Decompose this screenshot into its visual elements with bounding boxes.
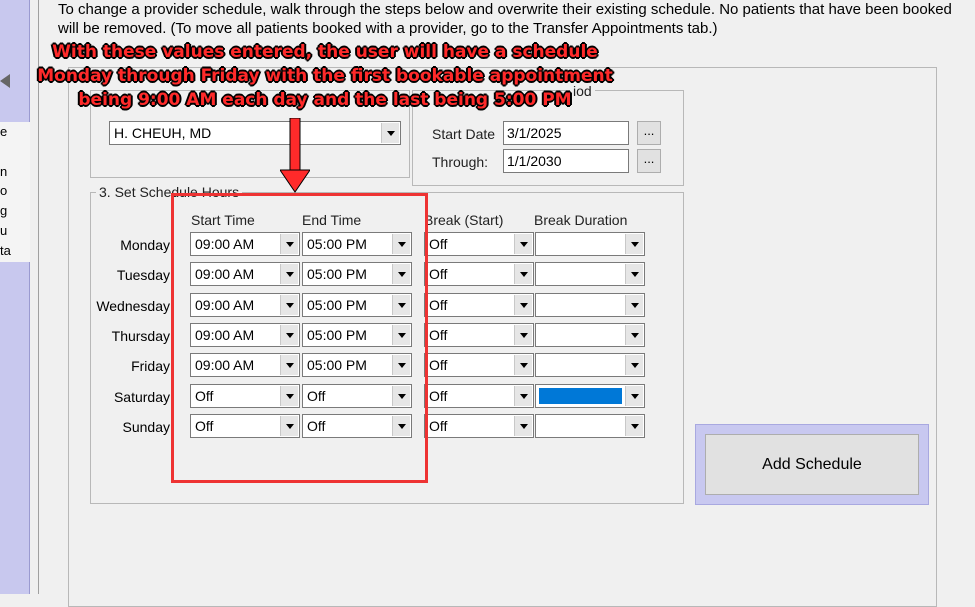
start-date-label: Start Date (432, 126, 496, 142)
add-schedule-button-frame: Add Schedule (695, 424, 929, 505)
break-start-select-value: Off (429, 418, 448, 434)
chevron-down-icon[interactable] (625, 416, 643, 436)
break-start-select-value: Off (429, 297, 448, 313)
chevron-down-icon[interactable] (514, 264, 532, 284)
break-start-select-friday[interactable]: Off (424, 353, 534, 377)
day-label-tuesday: Tuesday (116, 267, 170, 283)
break-start-select-saturday[interactable]: Off (424, 384, 534, 408)
day-label-friday: Friday (131, 358, 170, 374)
chevron-down-icon[interactable] (625, 386, 643, 406)
chevron-down-icon[interactable] (514, 355, 532, 375)
break-start-select-value: Off (429, 388, 448, 404)
break-start-select-wednesday[interactable]: Off (424, 293, 534, 317)
break-start-select-value: Off (429, 266, 448, 282)
break-duration-select-wednesday[interactable] (535, 293, 645, 317)
left-nav-fragment: n (0, 164, 8, 179)
break-start-select-value: Off (429, 236, 448, 252)
chevron-down-icon[interactable] (514, 295, 532, 315)
break-duration-select-friday[interactable] (535, 353, 645, 377)
chevron-down-icon[interactable] (514, 234, 532, 254)
annotation-callout: With these values entered, the user will… (10, 40, 640, 112)
annotation-line: being 9:00 AM each day and the last bein… (78, 90, 572, 110)
break-start-select-thursday[interactable]: Off (424, 323, 534, 347)
break-duration-select-tuesday[interactable] (535, 262, 645, 286)
break-duration-select-thursday[interactable] (535, 323, 645, 347)
day-label-sunday: Sunday (122, 419, 170, 435)
chevron-down-icon[interactable] (625, 355, 643, 375)
provider-select-value: H. CHEUH, MD (114, 125, 212, 141)
annotation-arrow-icon (280, 118, 310, 193)
start-date-field[interactable]: 3/1/2025 (503, 121, 629, 145)
provider-select[interactable]: H. CHEUH, MD (109, 121, 401, 145)
intro-instructions: To change a provider schedule, walk thro… (58, 1, 952, 37)
day-label-thursday: Thursday (111, 328, 170, 344)
chevron-down-icon[interactable] (625, 234, 643, 254)
break-duration-select-saturday[interactable] (535, 384, 645, 408)
day-label-monday: Monday (120, 237, 170, 253)
day-label-saturday: Saturday (113, 389, 170, 405)
break-duration-select-sunday[interactable] (535, 414, 645, 438)
chevron-down-icon[interactable] (514, 325, 532, 345)
chevron-down-icon[interactable] (625, 295, 643, 315)
through-date-field[interactable]: 1/1/2030 (503, 149, 629, 173)
left-nav-fragment: ta (0, 243, 11, 258)
chevron-down-icon[interactable] (514, 386, 532, 406)
start-date-browse-button[interactable]: ... (637, 121, 661, 145)
through-date-browse-button[interactable]: ... (637, 149, 661, 173)
left-nav-fragment: g (0, 203, 8, 218)
annotation-line: Monday through Friday with the first boo… (37, 66, 613, 86)
left-nav-fragment: u (0, 223, 8, 238)
add-schedule-button[interactable]: Add Schedule (705, 434, 919, 495)
arrow-icon (0, 74, 10, 88)
through-label: Through: (432, 154, 489, 170)
day-label-wednesday: Wednesday (96, 298, 170, 314)
left-nav-labels: e n o g u ta (0, 122, 30, 262)
break-start-select-value: Off (429, 327, 448, 343)
left-nav-fragment: o (0, 183, 8, 198)
column-header-break-start: Break (Start) (424, 212, 504, 228)
highlight-box (171, 193, 428, 483)
annotation-line: With these values entered, the user will… (52, 42, 598, 62)
chevron-down-icon[interactable] (625, 264, 643, 284)
break-start-select-sunday[interactable]: Off (424, 414, 534, 438)
break-start-select-tuesday[interactable]: Off (424, 262, 534, 286)
left-nav-fragment: e (0, 124, 8, 139)
selection-highlight (539, 388, 622, 404)
break-start-select-value: Off (429, 357, 448, 373)
break-duration-select-monday[interactable] (535, 232, 645, 256)
chevron-down-icon[interactable] (625, 325, 643, 345)
chevron-down-icon[interactable] (514, 416, 532, 436)
chevron-down-icon[interactable] (381, 123, 399, 143)
break-start-select-monday[interactable]: Off (424, 232, 534, 256)
column-header-break-duration: Break Duration (534, 212, 628, 228)
